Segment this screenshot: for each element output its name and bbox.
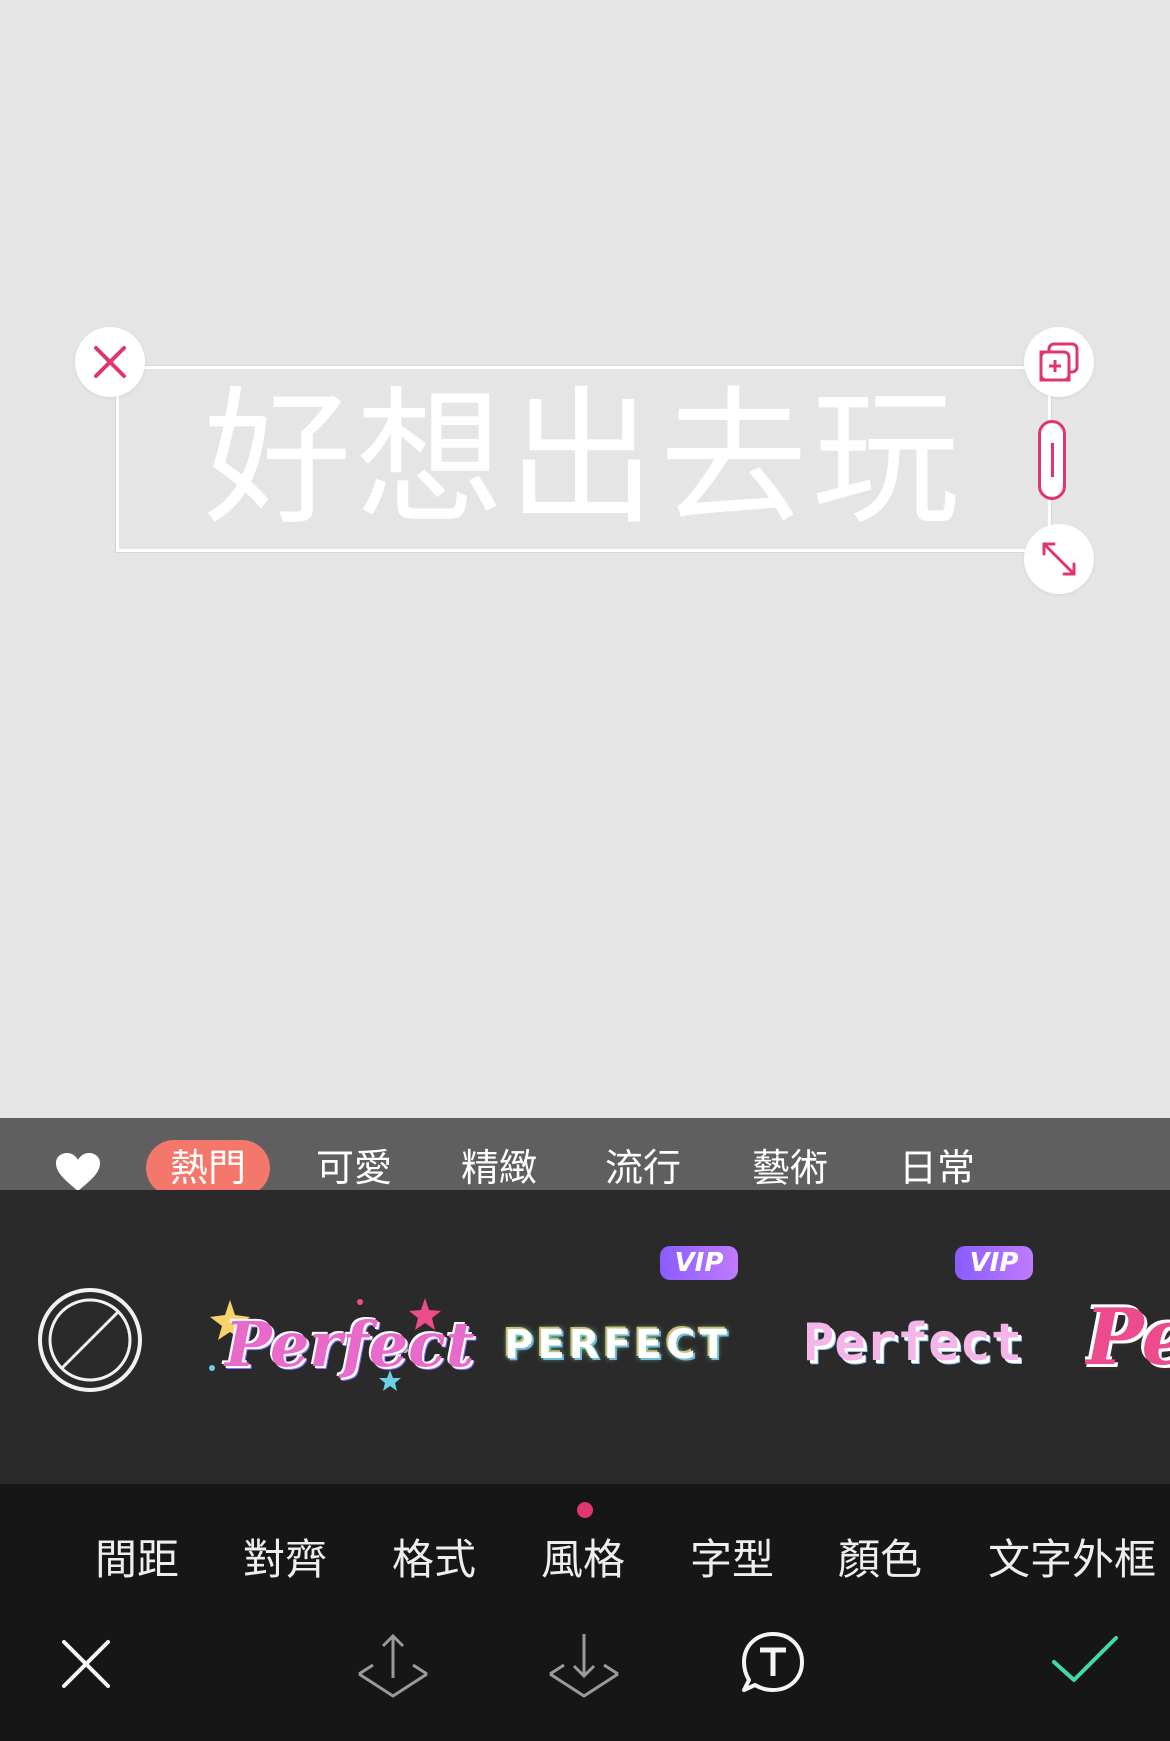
tool-style[interactable]: 風格 — [541, 1530, 625, 1590]
tool-align[interactable]: 對齊 — [243, 1530, 327, 1590]
confirm-button[interactable] — [1050, 1630, 1120, 1690]
tool-spacing[interactable]: 間距 — [95, 1530, 179, 1590]
bring-forward-button[interactable] — [355, 1630, 431, 1702]
style-thumb-pe-partial[interactable]: Pe — [1085, 1292, 1170, 1392]
tool-format[interactable]: 格式 — [392, 1530, 476, 1590]
heart-icon — [56, 1153, 100, 1191]
text-bubble-icon — [742, 1632, 804, 1692]
cancel-button[interactable] — [52, 1630, 120, 1698]
category-tab-daily[interactable]: 日常 — [899, 1140, 975, 1196]
layer-down-icon — [549, 1634, 619, 1698]
vip-badge: VIP — [955, 1246, 1033, 1280]
send-backward-button[interactable] — [546, 1630, 622, 1702]
vip-badge: VIP — [660, 1246, 738, 1280]
category-tab-hot[interactable]: 熱門 — [146, 1140, 271, 1196]
text-bubble-button[interactable] — [740, 1630, 806, 1696]
style-thumb-label: Perfect — [802, 1313, 1023, 1373]
none-icon — [48, 1298, 132, 1382]
text-sticker-box[interactable]: 好想出去玩 — [116, 366, 1051, 552]
close-icon — [62, 1640, 110, 1688]
delete-sticker-button[interactable] — [75, 327, 145, 397]
active-tool-indicator — [577, 1502, 593, 1518]
tool-text-outline[interactable]: 文字外框 — [988, 1530, 1156, 1590]
category-tab-cute[interactable]: 可愛 — [316, 1140, 392, 1196]
sticker-text[interactable]: 好想出去玩 — [119, 369, 1048, 549]
tool-font[interactable]: 字型 — [690, 1530, 774, 1590]
style-thumb-perfect-pastel[interactable]: Perfect — [790, 1308, 1035, 1378]
tool-color[interactable]: 顏色 — [838, 1530, 922, 1590]
layer-up-icon — [358, 1633, 428, 1698]
check-icon — [1052, 1636, 1118, 1682]
duplicate-icon — [1039, 342, 1079, 382]
style-thumb-label: Perfect — [225, 1308, 475, 1381]
style-thumb-perfect-stars[interactable]: PERFECT — [495, 1315, 740, 1375]
duplicate-sticker-button[interactable] — [1024, 327, 1094, 397]
resize-handle[interactable] — [1024, 524, 1094, 594]
style-thumb-label: PERFECT — [504, 1322, 731, 1368]
category-tab-delicate[interactable]: 精緻 — [461, 1140, 537, 1196]
style-thumb-perfect-script[interactable]: Perfect — [200, 1290, 475, 1400]
category-tab-popular[interactable]: 流行 — [605, 1140, 681, 1196]
style-thumb-label: Pe — [1085, 1292, 1170, 1383]
stretch-handle[interactable] — [1038, 420, 1066, 500]
close-icon — [94, 346, 126, 378]
resize-icon — [1042, 542, 1076, 576]
category-tab-art[interactable]: 藝術 — [752, 1140, 828, 1196]
editor-canvas[interactable] — [0, 0, 1170, 1118]
no-style-button[interactable] — [38, 1288, 142, 1392]
